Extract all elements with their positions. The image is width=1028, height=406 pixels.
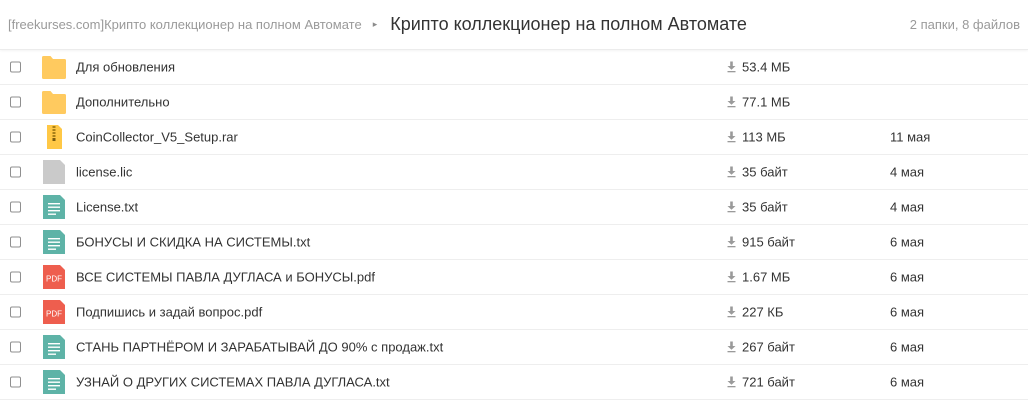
file-date: 6 мая (890, 269, 925, 285)
file-size-value: 227 КБ (742, 304, 784, 320)
file-row[interactable]: PDF ВСЕ СИСТЕМЫ ПАВЛА ДУГЛАСА и БОНУСЫ.pd… (0, 260, 1028, 295)
download-icon[interactable] (727, 201, 742, 213)
file-name-link[interactable]: ВСЕ СИСТЕМЫ ПАВЛА ДУГЛАСА и БОНУСЫ.pdf (76, 270, 375, 285)
file-size-value: 53.4 МБ (742, 59, 791, 75)
file-row[interactable]: Для обновления 53.4 МБ (0, 50, 1028, 85)
pdf-badge: PDF (46, 310, 62, 319)
file-name-link[interactable]: CoinCollector_V5_Setup.rar (76, 130, 238, 145)
file-size[interactable]: 35 байт (727, 200, 788, 215)
select-checkbox[interactable] (10, 201, 21, 213)
file-list: Для обновления 53.4 МБ Дополнительно 77.1 М… (0, 50, 1028, 400)
select-checkbox[interactable] (10, 271, 21, 283)
file-size[interactable]: 227 КБ (727, 305, 783, 320)
download-icon[interactable] (727, 341, 742, 353)
page-title: Крипто коллекционер на полном Автомате (390, 14, 747, 34)
file-row[interactable]: СТАНЬ ПАРТНЁРОМ И ЗАРАБАТЫВАЙ ДО 90% с п… (0, 330, 1028, 365)
file-name-link[interactable]: Дополнительно (76, 95, 170, 110)
file-size[interactable]: 113 МБ (727, 130, 786, 145)
file-date: 4 мая (890, 164, 925, 180)
file-row[interactable]: license.lic 35 байт 4 мая (0, 155, 1028, 190)
file-row[interactable]: УЗНАЙ О ДРУГИХ СИСТЕМАХ ПАВЛА ДУГЛАСА.tx… (0, 365, 1028, 400)
text-file-icon (41, 194, 67, 220)
file-size[interactable]: 1.67 МБ (727, 270, 790, 285)
breadcrumb-parent-link[interactable]: [freekurses.com]Крипто коллекционер на п… (8, 17, 362, 32)
select-checkbox[interactable] (10, 236, 21, 248)
file-date: 6 мая (890, 374, 925, 390)
pdf-icon: PDF (41, 264, 67, 290)
select-checkbox[interactable] (10, 131, 21, 143)
file-date: 11 мая (890, 129, 931, 145)
download-icon[interactable] (727, 306, 742, 318)
select-checkbox[interactable] (10, 376, 21, 388)
text-file-icon (41, 334, 67, 360)
file-name-link[interactable]: Подпишись и задай вопрос.pdf (76, 305, 262, 320)
folder-summary: 2 папки, 8 файлов (909, 17, 1020, 32)
text-file-icon (41, 229, 67, 255)
file-size-value: 267 байт (742, 339, 795, 355)
file-row[interactable]: PDF Подпишись и задай вопрос.pdf 227 КБ 6 м… (0, 295, 1028, 330)
file-icon (41, 159, 67, 185)
file-size-value: 77.1 МБ (742, 94, 791, 110)
file-size[interactable]: 721 байт (727, 375, 795, 390)
download-icon[interactable] (727, 271, 742, 283)
file-size-value: 915 байт (742, 234, 795, 250)
text-file-icon (41, 369, 67, 395)
file-size-value: 1.67 МБ (742, 269, 791, 285)
folder-icon (41, 54, 67, 80)
download-icon[interactable] (727, 96, 742, 108)
download-icon[interactable] (727, 131, 742, 143)
file-name-link[interactable]: СТАНЬ ПАРТНЁРОМ И ЗАРАБАТЫВАЙ ДО 90% с п… (76, 340, 443, 355)
file-size-value: 35 байт (742, 164, 788, 180)
pdf-badge: PDF (46, 275, 62, 284)
file-size-value: 721 байт (742, 374, 795, 390)
select-checkbox[interactable] (10, 96, 21, 108)
file-date: 6 мая (890, 234, 925, 250)
file-row[interactable]: БОНУСЫ И СКИДКА НА СИСТЕМЫ.txt 915 байт 6 … (0, 225, 1028, 260)
file-name-link[interactable]: УЗНАЙ О ДРУГИХ СИСТЕМАХ ПАВЛА ДУГЛАСА.tx… (76, 375, 390, 390)
file-row[interactable]: License.txt 35 байт 4 мая (0, 190, 1028, 225)
download-icon[interactable] (727, 236, 742, 248)
select-checkbox[interactable] (10, 61, 21, 73)
select-checkbox[interactable] (10, 166, 21, 178)
file-size[interactable]: 77.1 МБ (727, 95, 790, 110)
download-icon[interactable] (727, 166, 742, 178)
file-size-value: 35 байт (742, 199, 788, 215)
download-icon[interactable] (727, 61, 742, 73)
folder-icon (41, 89, 67, 115)
download-icon[interactable] (727, 376, 742, 388)
file-size[interactable]: 35 байт (727, 165, 788, 180)
file-size[interactable]: 53.4 МБ (727, 60, 790, 75)
file-name-link[interactable]: License.txt (76, 200, 138, 215)
file-date: 6 мая (890, 339, 925, 355)
pdf-icon: PDF (41, 299, 67, 325)
file-date: 4 мая (890, 199, 925, 215)
file-size[interactable]: 915 байт (727, 235, 795, 250)
archive-icon (41, 124, 67, 150)
folder-header: [freekurses.com]Крипто коллекционер на п… (0, 0, 1028, 50)
file-size-value: 113 МБ (742, 129, 786, 145)
file-date: 6 мая (890, 304, 925, 320)
file-size[interactable]: 267 байт (727, 340, 795, 355)
file-row[interactable]: Дополнительно 77.1 МБ (0, 85, 1028, 120)
file-name-link[interactable]: Для обновления (76, 60, 175, 75)
breadcrumb-separator-icon: ▸ (372, 19, 378, 29)
file-name-link[interactable]: БОНУСЫ И СКИДКА НА СИСТЕМЫ.txt (76, 235, 310, 250)
file-row[interactable]: CoinCollector_V5_Setup.rar 113 МБ 11 мая (0, 120, 1028, 155)
select-checkbox[interactable] (10, 341, 21, 353)
select-checkbox[interactable] (10, 306, 21, 318)
file-name-link[interactable]: license.lic (76, 165, 132, 180)
